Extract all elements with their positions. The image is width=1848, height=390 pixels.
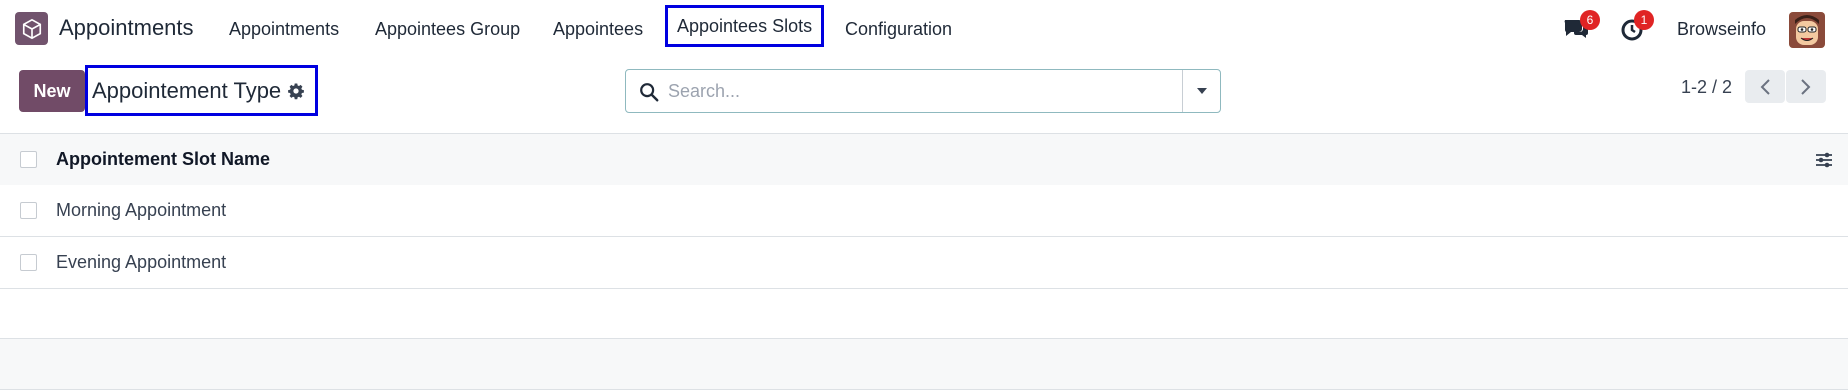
caret-down-icon — [1196, 88, 1207, 94]
menu-appointees[interactable]: Appointees — [553, 19, 643, 40]
menu-appointments[interactable]: Appointments — [229, 19, 339, 40]
avatar-image — [1789, 12, 1825, 48]
breadcrumb: Appointement Type — [85, 65, 318, 116]
menu-appointees-group[interactable]: Appointees Group — [375, 19, 520, 40]
chevron-left-icon — [1760, 78, 1770, 95]
menu-configuration[interactable]: Configuration — [845, 19, 952, 40]
list-header: Appointement Slot Name — [0, 133, 1848, 185]
slot-name-cell[interactable]: Evening Appointment — [56, 252, 226, 273]
menu-appointees-slots[interactable]: Appointees Slots — [665, 5, 825, 47]
user-name[interactable]: Browseinfo — [1677, 19, 1766, 40]
row-checkbox[interactable] — [20, 202, 37, 219]
activities-badge: 1 — [1634, 10, 1654, 30]
top-navbar: Appointments Appointments Appointees Gro… — [0, 0, 1848, 58]
pager-next-button[interactable] — [1786, 70, 1826, 103]
avatar[interactable] — [1789, 12, 1825, 48]
page-title: Appointement Type — [92, 77, 282, 103]
messages-badge: 6 — [1580, 10, 1600, 30]
app-logo[interactable] — [15, 12, 48, 45]
pager-previous-button[interactable] — [1745, 70, 1785, 103]
empty-row — [0, 339, 1848, 390]
gear-icon[interactable] — [287, 82, 305, 100]
table-row[interactable]: Evening Appointment — [0, 237, 1848, 289]
row-checkbox[interactable] — [20, 254, 37, 271]
search-input[interactable] — [668, 76, 1168, 106]
box-icon — [22, 18, 41, 39]
column-header-slot-name[interactable]: Appointement Slot Name — [56, 149, 270, 170]
table-row[interactable]: Morning Appointment — [0, 185, 1848, 237]
search-options-toggle[interactable] — [1182, 70, 1220, 112]
app-name[interactable]: Appointments — [59, 15, 194, 41]
pager-value[interactable]: 1-2 / 2 — [1681, 77, 1732, 98]
search-icon — [640, 83, 659, 102]
search-bar — [625, 69, 1221, 113]
sliders-icon[interactable] — [1814, 150, 1834, 170]
chevron-right-icon — [1801, 78, 1811, 95]
new-button[interactable]: New — [19, 70, 85, 112]
select-all-checkbox[interactable] — [20, 151, 37, 168]
slot-name-cell[interactable]: Morning Appointment — [56, 200, 226, 221]
empty-row — [0, 289, 1848, 339]
